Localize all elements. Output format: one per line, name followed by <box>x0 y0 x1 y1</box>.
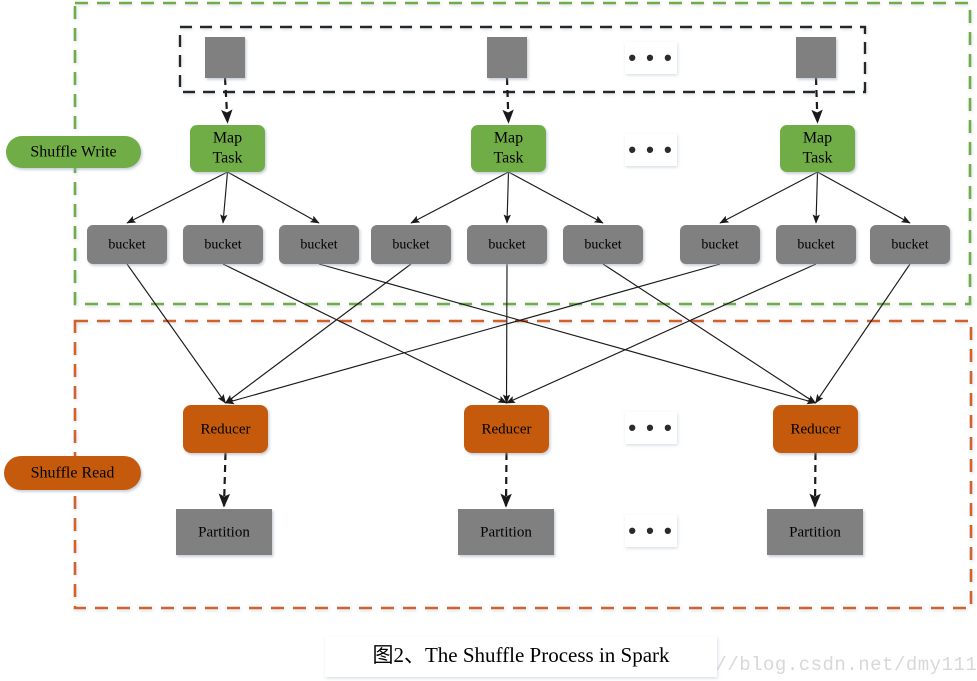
edge-bucket-7-to-reducer-1 <box>224 263 721 405</box>
shuffle-process-diagram: Map Task Map Task Map Task bucket bucket bucket b… <box>4 1 977 677</box>
map-task-2[interactable]: Map Task <box>471 125 546 172</box>
bucket-7[interactable]: bucket <box>680 225 760 264</box>
ellipsis-layer: • • • • • • • • • • • • <box>625 42 677 547</box>
input-ellipsis-label: • • • <box>628 45 673 70</box>
edge-map-task-1-to-bucket-1 <box>126 171 228 224</box>
map-ellipsis: • • • <box>625 134 677 166</box>
edge-bucket-5-to-reducer-2 <box>502 263 511 404</box>
edge-bucket-8-to-reducer-2 <box>505 263 817 404</box>
bucket-1[interactable]: bucket <box>87 225 167 264</box>
reducer-label-1: Reducer <box>201 421 251 437</box>
input-block-2[interactable] <box>487 37 527 78</box>
partition-ellipsis-label: • • • <box>628 518 673 543</box>
edge-input-block-3-to-map-task-3 <box>811 77 823 124</box>
map-task-label-line1-3: Map <box>803 130 832 147</box>
map-task-label-line2-2: Task <box>494 150 524 167</box>
input-block-3[interactable] <box>796 37 836 78</box>
partition-1[interactable]: Partition <box>176 509 272 555</box>
map-task-label-line1-2: Map <box>494 130 523 147</box>
node-layer: Map Task Map Task Map Task bucket bucket bucket b… <box>87 37 950 555</box>
edge-reducer-2-to-partition-2 <box>500 452 512 508</box>
edge-input-block-1-to-map-task-1 <box>221 77 233 124</box>
bucket-label-1: bucket <box>108 238 145 253</box>
reducer-2[interactable]: Reducer <box>464 405 549 453</box>
shuffle-read-pill-label: Shuffle Read <box>31 465 115 482</box>
bucket-label-6: bucket <box>584 238 621 253</box>
bucket-label-5: bucket <box>488 238 525 253</box>
bucket-4[interactable]: bucket <box>371 225 451 264</box>
map-task-label-line2-3: Task <box>803 150 833 167</box>
edge-input-block-2-to-map-task-2 <box>502 77 514 124</box>
bucket-label-3: bucket <box>300 238 337 253</box>
region-pill-layer: Shuffle Write Shuffle Read <box>4 136 141 490</box>
bucket-label-8: bucket <box>797 238 834 253</box>
shuffle-read-pill[interactable]: Shuffle Read <box>4 456 141 490</box>
bucket-label-2: bucket <box>204 238 241 253</box>
edge-reducer-3-to-partition-3 <box>809 452 821 508</box>
edge-map-task-2-to-bucket-5 <box>503 171 511 224</box>
partition-ellipsis: • • • <box>625 515 677 547</box>
shuffle-read-region-border <box>73 319 973 610</box>
shuffle-write-pill-label: Shuffle Write <box>30 144 116 161</box>
bucket-2[interactable]: bucket <box>183 225 263 264</box>
edge-bucket-9-to-reducer-3 <box>815 263 911 404</box>
bucket-5[interactable]: bucket <box>467 225 547 264</box>
edge-map-task-1-to-bucket-2 <box>220 171 229 224</box>
map-task-label-line2-1: Task <box>213 150 243 167</box>
bucket-8[interactable]: bucket <box>776 225 856 264</box>
edge-map-task-3-to-bucket-7 <box>719 171 818 224</box>
edge-bucket-4-to-reducer-1 <box>224 263 412 404</box>
figure-caption: 图2、The Shuffle Process in Spark <box>325 637 717 677</box>
partition-2[interactable]: Partition <box>458 509 554 555</box>
reducer-label-3: Reducer <box>791 421 841 437</box>
edge-reducer-1-to-partition-1 <box>218 452 231 508</box>
bucket-label-9: bucket <box>891 238 928 253</box>
edge-map-task-2-to-bucket-4 <box>410 171 509 224</box>
edge-bucket-2-to-reducer-2 <box>222 263 508 404</box>
reducer-ellipsis: • • • <box>625 412 677 444</box>
edge-bucket-3-to-reducer-3 <box>318 263 817 405</box>
diagram-canvas: Map Task Map Task Map Task bucket bucket bucket b… <box>0 0 977 681</box>
bucket-6[interactable]: bucket <box>563 225 643 264</box>
bucket-9[interactable]: bucket <box>870 225 950 264</box>
input-block-1[interactable] <box>205 37 245 78</box>
reducer-ellipsis-label: • • • <box>628 415 673 440</box>
map-task-3[interactable]: Map Task <box>780 125 855 172</box>
edge-map-task-3-to-bucket-9 <box>817 171 911 224</box>
edge-bucket-1-to-reducer-1 <box>126 263 226 404</box>
figure-caption-label: 图2、The Shuffle Process in Spark <box>372 643 670 667</box>
caption-layer: https://blog.csdn.net/dmy1115143060图2、Th… <box>325 637 977 677</box>
bucket-label-4: bucket <box>392 238 429 253</box>
bucket-3[interactable]: bucket <box>279 225 359 264</box>
input-ellipsis: • • • <box>625 42 677 74</box>
edge-map-task-2-to-bucket-6 <box>508 171 604 224</box>
edge-map-task-3-to-bucket-8 <box>812 171 820 224</box>
bucket-label-7: bucket <box>701 238 738 253</box>
shuffle-write-pill[interactable]: Shuffle Write <box>6 136 141 168</box>
reducer-label-2: Reducer <box>482 421 532 437</box>
map-ellipsis-label: • • • <box>628 137 673 162</box>
partition-label-2: Partition <box>480 524 532 540</box>
reducer-1[interactable]: Reducer <box>183 405 268 453</box>
partition-3[interactable]: Partition <box>767 509 863 555</box>
partition-label-1: Partition <box>198 524 250 540</box>
map-task-1[interactable]: Map Task <box>190 125 265 172</box>
map-task-label-line1-1: Map <box>213 130 242 147</box>
reducer-3[interactable]: Reducer <box>773 405 858 453</box>
partition-label-3: Partition <box>789 524 841 540</box>
edge-map-task-1-to-bucket-3 <box>227 171 320 224</box>
edge-bucket-6-to-reducer-3 <box>602 263 817 404</box>
